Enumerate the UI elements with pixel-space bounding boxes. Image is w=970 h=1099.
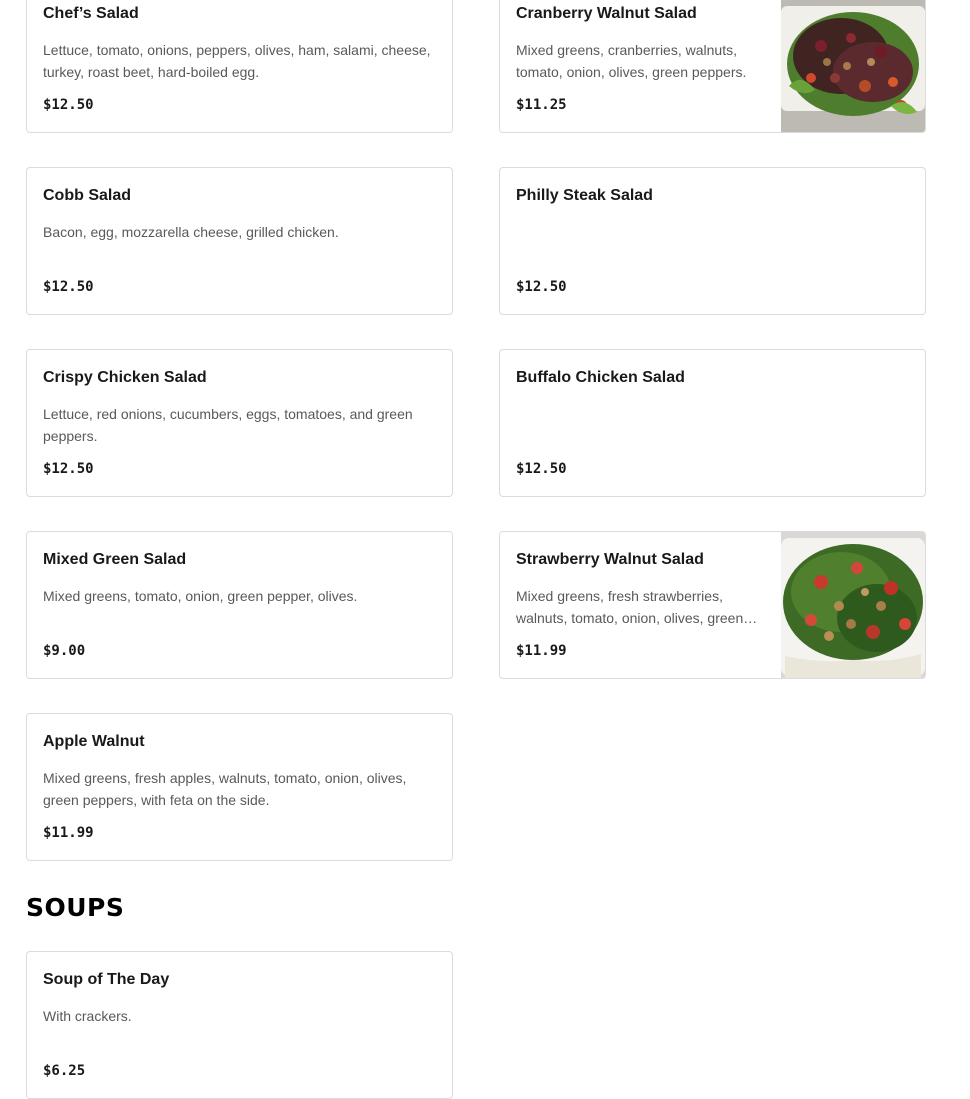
item-price: $6.25 [43,1063,86,1079]
item-name: Cobb Salad [43,187,132,204]
item-description: Mixed greens, tomato, onion, green peppe… [43,588,358,604]
menu-item-apple-walnut[interactable]: Apple Walnut Mixed greens, fresh apples,… [26,713,453,861]
item-price: $11.25 [516,97,567,113]
menu-item-cranberry-walnut-salad[interactable]: Cranberry Walnut Salad Mixed greens, cra… [499,0,926,133]
item-price: $12.50 [43,461,94,477]
item-price: $12.50 [43,97,94,113]
item-description: Mixed greens, cranberries, walnuts, toma… [516,42,747,80]
item-name: Philly Steak Salad [516,187,653,204]
item-description: Mixed greens, fresh apples, walnuts, tom… [43,770,407,808]
menu-item-chefs-salad[interactable]: Chef’s Salad Lettuce, tomato, onions, pe… [26,0,453,133]
item-description: Lettuce, red onions, cucumbers, eggs, to… [43,406,413,444]
item-description: Mixed greens, fresh strawberries, walnut… [516,588,744,626]
item-name: Apple Walnut [43,733,145,750]
item-description: With crackers. [43,1008,132,1024]
item-price: $11.99 [43,825,94,841]
menu-item-buffalo-chicken-salad[interactable]: Buffalo Chicken Salad $12.50 [499,349,926,497]
salad-photo [781,0,925,132]
item-price: $11.99 [516,643,567,659]
menu-item-crispy-chicken-salad[interactable]: Crispy Chicken Salad Lettuce, red onions… [26,349,453,497]
menu-item-soup-of-the-day[interactable]: Soup of The Day With crackers. $6.25 [26,951,453,1099]
salad-photo [781,532,925,678]
item-name: Mixed Green Salad [43,551,187,568]
item-name: Buffalo Chicken Salad [516,369,685,386]
item-name: Strawberry Walnut Salad [516,551,704,568]
menu-item-mixed-green-salad[interactable]: Mixed Green Salad Mixed greens, tomato, … [26,531,453,679]
item-name: Soup of The Day [43,971,170,988]
menu-item-strawberry-walnut-salad[interactable]: Strawberry Walnut Salad Mixed greens, fr… [499,531,926,679]
item-name: Chef’s Salad [43,5,139,22]
item-price: $9.00 [43,643,86,659]
item-name: Cranberry Walnut Salad [516,5,697,22]
item-name: Crispy Chicken Salad [43,369,207,386]
item-price: $12.50 [516,461,567,477]
section-title-soups: SOUPS [26,893,125,922]
item-description: Lettuce, tomato, onions, peppers, olives… [43,42,431,80]
menu-item-philly-steak-salad[interactable]: Philly Steak Salad $12.50 [499,167,926,315]
item-price: $12.50 [43,279,94,295]
item-description: Bacon, egg, mozzarella cheese, grilled c… [43,224,339,240]
item-price: $12.50 [516,279,567,295]
menu-item-cobb-salad[interactable]: Cobb Salad Bacon, egg, mozzarella cheese… [26,167,453,315]
